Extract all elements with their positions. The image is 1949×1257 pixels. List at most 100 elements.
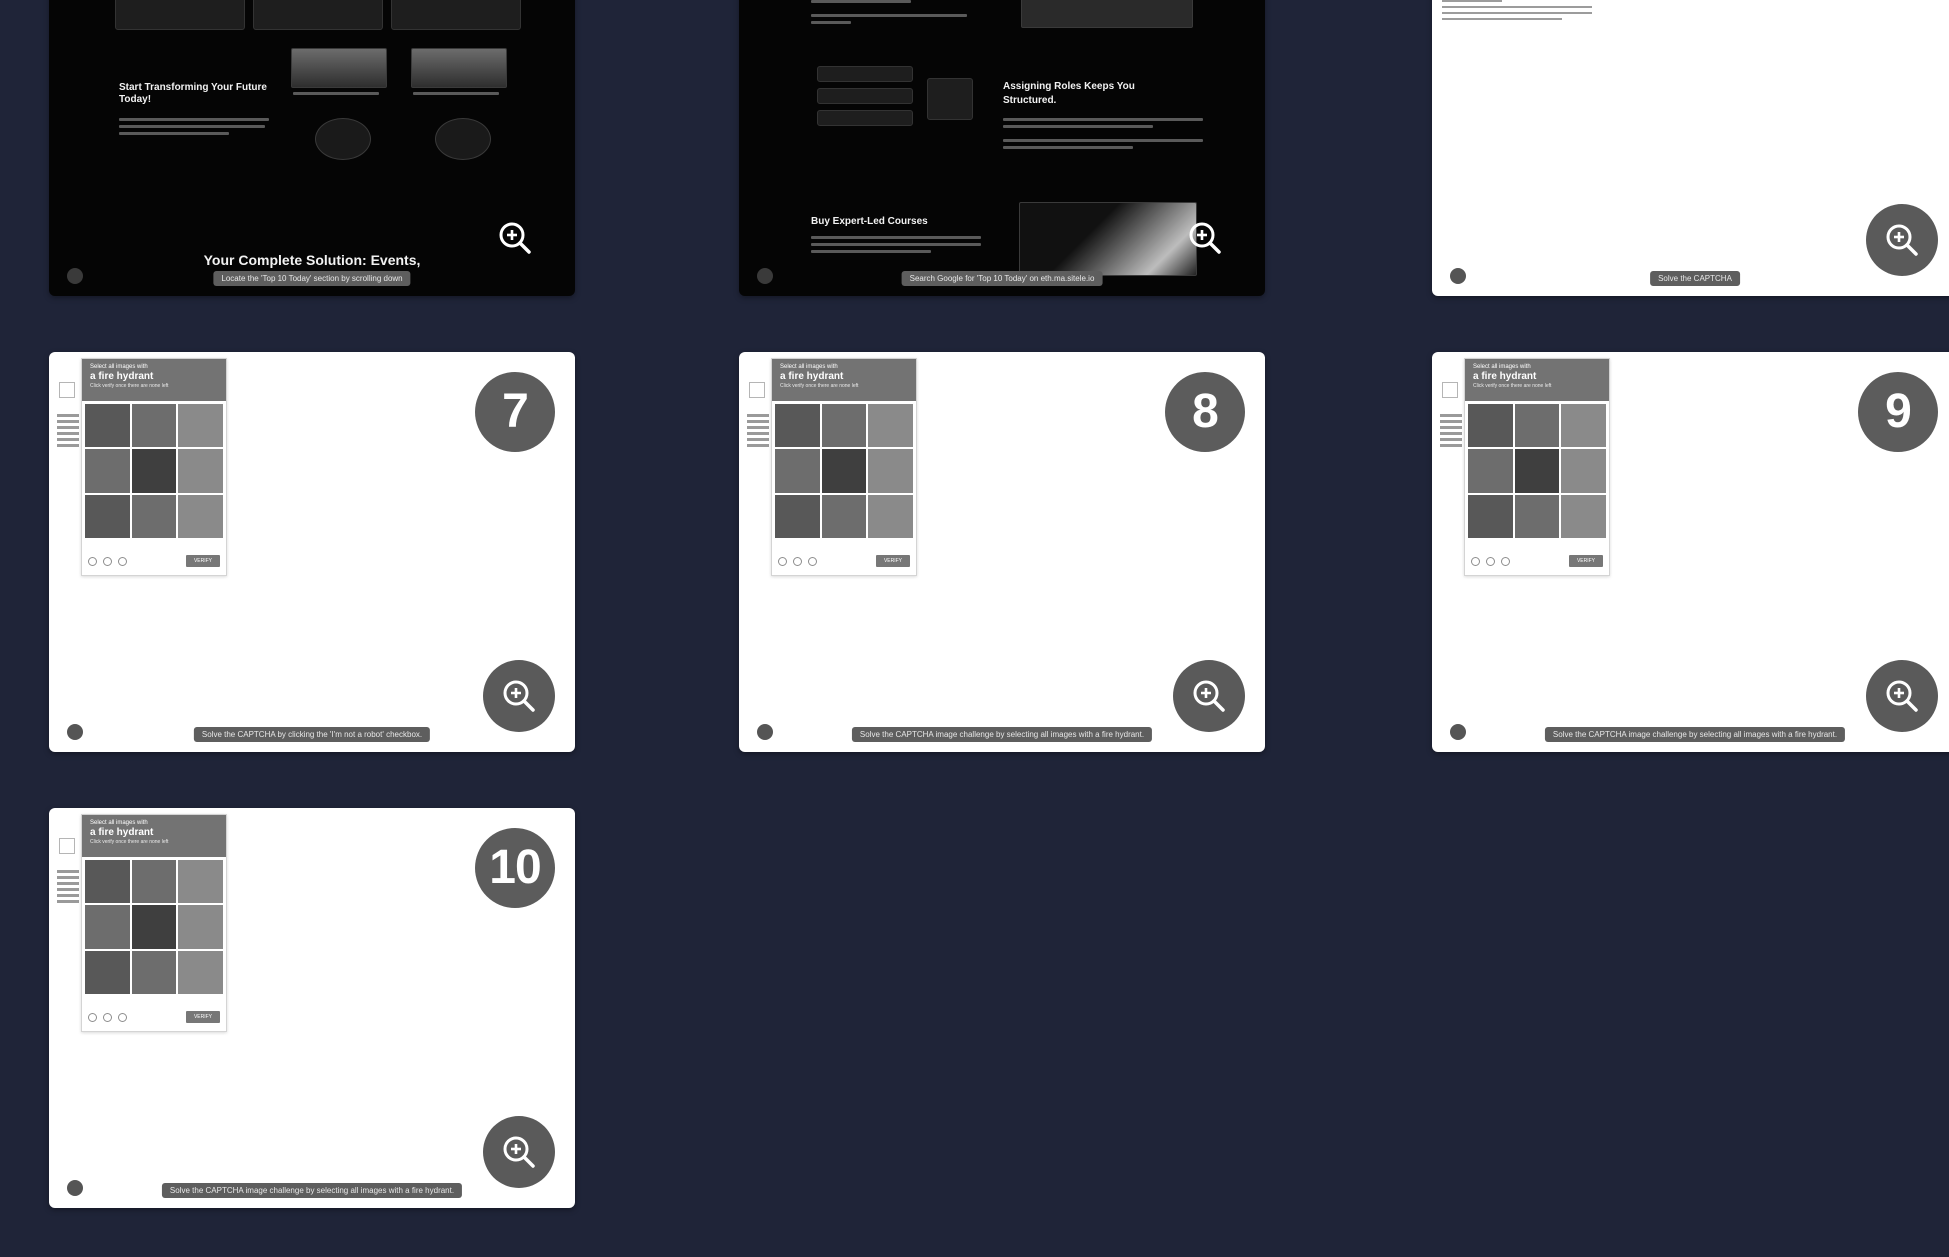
- captcha-challenge: Select all images with a fire hydrant Cl…: [81, 814, 227, 1032]
- captcha-tile[interactable]: [821, 449, 867, 493]
- body-text: [1003, 146, 1133, 149]
- captcha-hint: Click verify once there are none left: [90, 839, 169, 845]
- info-icon[interactable]: [118, 556, 127, 566]
- thumb-caption: [413, 92, 499, 95]
- captcha-tile[interactable]: [1561, 449, 1606, 493]
- audio-icon[interactable]: [103, 556, 112, 566]
- captcha-footer: VERIFY: [88, 1007, 220, 1027]
- screenshot-card-8[interactable]: Select all images with a fire hydrant Cl…: [739, 352, 1265, 752]
- captcha-footer: VERIFY: [778, 551, 910, 571]
- captcha-tile[interactable]: [85, 404, 130, 448]
- course-preview: [1019, 202, 1197, 276]
- cta-heading: Start Transforming Your Future Today!: [119, 82, 267, 105]
- captcha-tile[interactable]: [775, 404, 820, 448]
- reload-icon[interactable]: [88, 556, 97, 566]
- captcha-tile[interactable]: [85, 905, 130, 949]
- zoom-in-icon: [499, 222, 531, 254]
- cta-text: [119, 118, 269, 121]
- sidebar-text: [57, 414, 79, 447]
- audio-icon[interactable]: [793, 556, 802, 566]
- zoom-in-icon: [1886, 224, 1918, 256]
- zoom-button[interactable]: [483, 1116, 555, 1188]
- captcha-tile[interactable]: [775, 494, 820, 538]
- captcha-tile[interactable]: [131, 449, 177, 493]
- captcha-tile[interactable]: [131, 905, 177, 949]
- captcha-header: Select all images with a fire hydrant Cl…: [772, 359, 916, 401]
- captcha-tile[interactable]: [178, 905, 223, 949]
- body-text: [811, 236, 981, 239]
- captcha-tile[interactable]: [1561, 494, 1606, 538]
- sidebar-text: [57, 870, 79, 903]
- info-icon[interactable]: [118, 1012, 127, 1022]
- audio-icon[interactable]: [1486, 556, 1495, 566]
- captcha-tile[interactable]: [775, 449, 820, 493]
- zoom-button[interactable]: [1181, 214, 1229, 262]
- captcha-challenge: Select all images with a fire hydrant Cl…: [1464, 358, 1610, 576]
- captcha-header: Select all images with a fire hydrant Cl…: [82, 815, 226, 857]
- screenshot-card-5[interactable]: Assigning Roles Keeps You Structured. Bu…: [739, 0, 1265, 296]
- captcha-tile[interactable]: [868, 449, 913, 493]
- captcha-tile[interactable]: [868, 404, 913, 448]
- captcha-tile[interactable]: [1514, 494, 1560, 538]
- role-dropdown: [927, 78, 973, 120]
- body-text: [1003, 125, 1153, 128]
- screenshot-card-4[interactable]: Start Transforming Your Future Today! Yo…: [49, 0, 575, 296]
- captcha-tile[interactable]: [131, 404, 177, 448]
- zoom-button[interactable]: [1866, 204, 1938, 276]
- captcha-tile[interactable]: [1468, 494, 1513, 538]
- not-robot-checkbox[interactable]: [1442, 382, 1458, 398]
- zoom-button[interactable]: [1173, 660, 1245, 732]
- reload-icon[interactable]: [778, 556, 787, 566]
- body-text: [811, 14, 967, 17]
- captcha-tile[interactable]: [178, 860, 223, 904]
- zoom-button[interactable]: [1866, 660, 1938, 732]
- reload-icon[interactable]: [88, 1012, 97, 1022]
- verify-button[interactable]: VERIFY: [1568, 555, 1603, 567]
- step-number-badge: 10: [475, 828, 555, 908]
- captcha-tile[interactable]: [178, 494, 223, 538]
- captcha-tile[interactable]: [821, 404, 867, 448]
- zoom-button[interactable]: [491, 214, 539, 262]
- page-text: [1442, 0, 1502, 2]
- verify-button[interactable]: VERIFY: [875, 555, 910, 567]
- not-robot-checkbox[interactable]: [59, 382, 75, 398]
- audio-icon[interactable]: [103, 1012, 112, 1022]
- not-robot-checkbox[interactable]: [59, 838, 75, 854]
- captcha-tile[interactable]: [85, 860, 130, 904]
- verify-button[interactable]: VERIFY: [185, 555, 220, 567]
- not-robot-checkbox[interactable]: [749, 382, 765, 398]
- captcha-tile[interactable]: [131, 860, 177, 904]
- feature-box: [391, 0, 521, 30]
- verify-button[interactable]: VERIFY: [185, 1011, 220, 1023]
- screenshot-card-7[interactable]: Select all images with a fire hydrant Cl…: [49, 352, 575, 752]
- captcha-tile[interactable]: [131, 950, 177, 994]
- captcha-tile[interactable]: [85, 449, 130, 493]
- screenshot-card-9[interactable]: Select all images with a fire hydrant Cl…: [1432, 352, 1949, 752]
- body-text: [811, 243, 981, 246]
- captcha-tile[interactable]: [131, 494, 177, 538]
- captcha-instruction: Select all images with: [780, 364, 838, 370]
- captcha-tile[interactable]: [1514, 449, 1560, 493]
- screenshot-card-10[interactable]: Select all images with a fire hydrant Cl…: [49, 808, 575, 1208]
- captcha-tile[interactable]: [178, 449, 223, 493]
- screenshot-card-6[interactable]: Solve the CAPTCHA: [1432, 0, 1949, 296]
- info-icon[interactable]: [808, 556, 817, 566]
- zoom-button[interactable]: [483, 660, 555, 732]
- captcha-tile[interactable]: [85, 950, 130, 994]
- captcha-tile[interactable]: [1561, 404, 1606, 448]
- info-icon[interactable]: [1501, 556, 1510, 566]
- step-indicator: [67, 724, 83, 740]
- captcha-tile[interactable]: [178, 404, 223, 448]
- captcha-tile[interactable]: [85, 494, 130, 538]
- captcha-tile[interactable]: [868, 494, 913, 538]
- captcha-image-grid: [772, 401, 916, 541]
- captcha-tile[interactable]: [178, 950, 223, 994]
- reload-icon[interactable]: [1471, 556, 1480, 566]
- captcha-tile[interactable]: [1468, 404, 1513, 448]
- body-text: [1003, 139, 1203, 142]
- captcha-tile[interactable]: [1468, 449, 1513, 493]
- captcha-tile[interactable]: [821, 494, 867, 538]
- user-row: [817, 110, 913, 126]
- captcha-tile[interactable]: [1514, 404, 1560, 448]
- body-text: [811, 250, 931, 253]
